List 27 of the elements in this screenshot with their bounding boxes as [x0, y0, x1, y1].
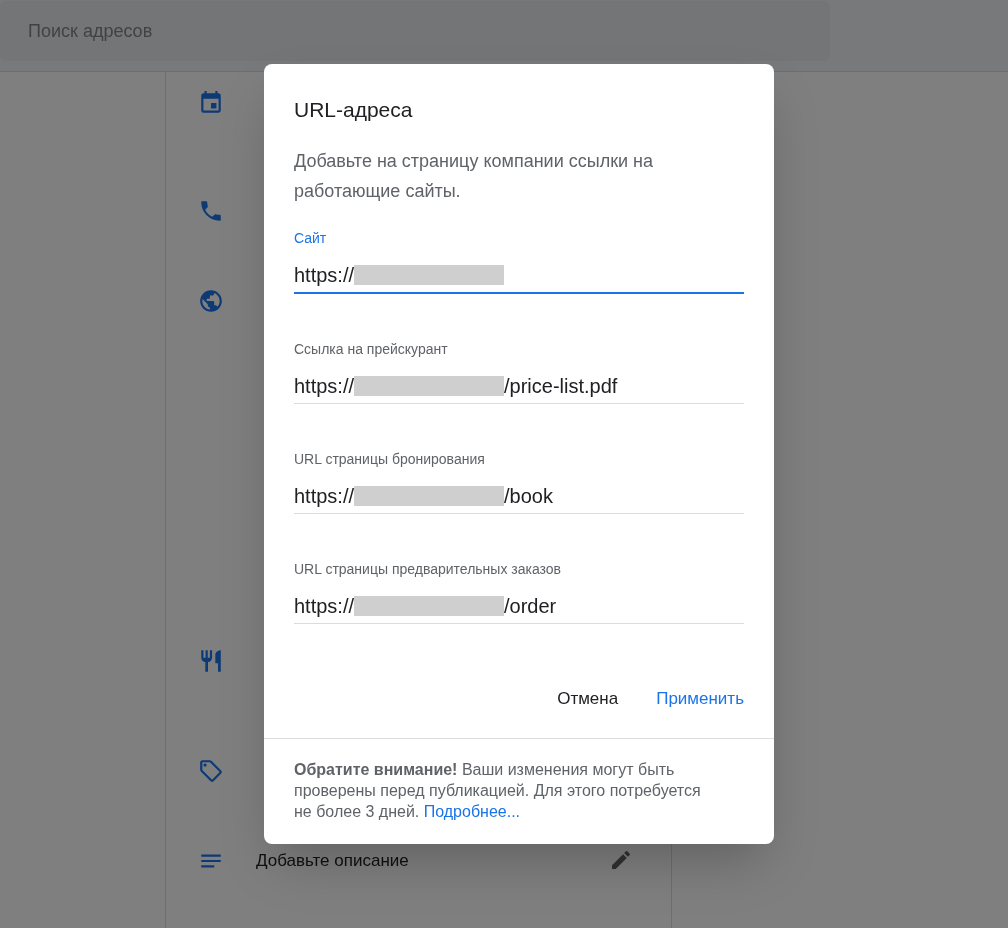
url-field[interactable]: URL страницы предварительных заказов https:// /order — [294, 559, 744, 624]
pencil-icon[interactable] — [609, 848, 633, 872]
cancel-button[interactable]: Отмена — [557, 680, 619, 718]
field-value: /order — [504, 594, 557, 619]
field-value: https:// — [294, 263, 355, 288]
dialog-title: URL-адреса — [294, 97, 414, 123]
dialog-description: Добавьте на страницу компании ссылки на работающие сайты. — [294, 150, 654, 203]
field-value: https:// — [294, 594, 355, 619]
field-value: https:// — [294, 374, 355, 399]
url-field[interactable]: URL страницы бронирования https:// /book — [294, 449, 744, 514]
learn-more-link[interactable]: Подробнее... — [423, 802, 521, 820]
description-placeholder[interactable]: Добавьте описание — [256, 848, 409, 873]
notice-text: Обратите внимание! Ваши изменения могут быть проверены перед публикацией. Для этого потребуется не более 3 дней. Подробнее... — [294, 759, 702, 822]
field-label: Сайт — [294, 229, 327, 248]
field-label: URL страницы предварительных заказов — [294, 560, 562, 579]
field-value: /price-list.pdf — [504, 374, 618, 399]
url-field[interactable]: Сайт https:// — [294, 228, 744, 294]
phone-icon — [198, 198, 224, 224]
globe-icon — [198, 288, 224, 314]
tag-icon — [198, 758, 224, 784]
field-label: Ссылка на прейскурант — [294, 340, 448, 359]
field-label: URL страницы бронирования — [294, 450, 485, 469]
url-field[interactable]: Ссылка на прейскурант https:// /price-list.pdf — [294, 339, 744, 404]
field-value: /book — [504, 484, 553, 509]
field-value: https:// — [294, 484, 355, 509]
calendar-icon — [198, 90, 224, 116]
apply-button[interactable]: Применить — [656, 680, 744, 718]
